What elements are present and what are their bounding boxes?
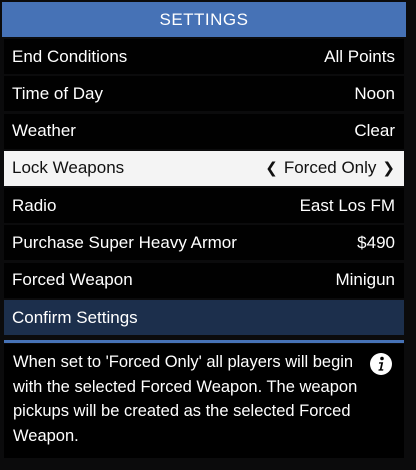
setting-purchase-super-heavy-armor[interactable]: Purchase Super Heavy Armor $490 [4, 225, 404, 261]
description-panel: When set to 'Forced Only' all players wi… [4, 344, 404, 458]
info-icon [370, 353, 392, 375]
setting-value-selector: ❮ Forced Only ❯ [265, 158, 395, 178]
setting-time-of-day[interactable]: Time of Day Noon [4, 76, 404, 112]
setting-value: Minigun [335, 270, 395, 290]
setting-label: Weather [12, 121, 76, 141]
setting-value: Forced Only [283, 158, 377, 178]
settings-menu: SETTINGS End Conditions All Points Time … [0, 0, 416, 470]
setting-value: $490 [357, 232, 395, 252]
setting-value: Clear [354, 121, 395, 141]
menu-header: SETTINGS [2, 2, 406, 37]
description-text: When set to 'Forced Only' all players wi… [13, 353, 358, 445]
setting-label: End Conditions [12, 46, 128, 66]
menu-title: SETTINGS [159, 9, 249, 29]
chevron-right-icon[interactable]: ❯ [382, 159, 395, 177]
chevron-left-icon[interactable]: ❮ [265, 159, 278, 177]
setting-lock-weapons[interactable]: Lock Weapons ❮ Forced Only ❯ [4, 150, 404, 186]
setting-value: All Points [324, 46, 395, 66]
setting-label: Lock Weapons [12, 158, 125, 178]
description-divider [4, 340, 404, 343]
setting-label: Purchase Super Heavy Armor [12, 232, 237, 252]
setting-radio[interactable]: Radio East Los FM [4, 188, 404, 224]
setting-value: Noon [354, 83, 395, 103]
setting-end-conditions[interactable]: End Conditions All Points [4, 39, 404, 74]
confirm-label: Confirm Settings [12, 307, 138, 327]
setting-label: Radio [12, 195, 57, 215]
setting-weather[interactable]: Weather Clear [4, 113, 404, 149]
setting-value: East Los FM [299, 195, 395, 215]
setting-forced-weapon[interactable]: Forced Weapon Minigun [4, 262, 404, 298]
confirm-settings-button[interactable]: Confirm Settings [4, 300, 404, 336]
settings-list: End Conditions All Points Time of Day No… [4, 39, 404, 337]
setting-label: Time of Day [12, 83, 104, 103]
setting-label: Forced Weapon [12, 270, 133, 290]
